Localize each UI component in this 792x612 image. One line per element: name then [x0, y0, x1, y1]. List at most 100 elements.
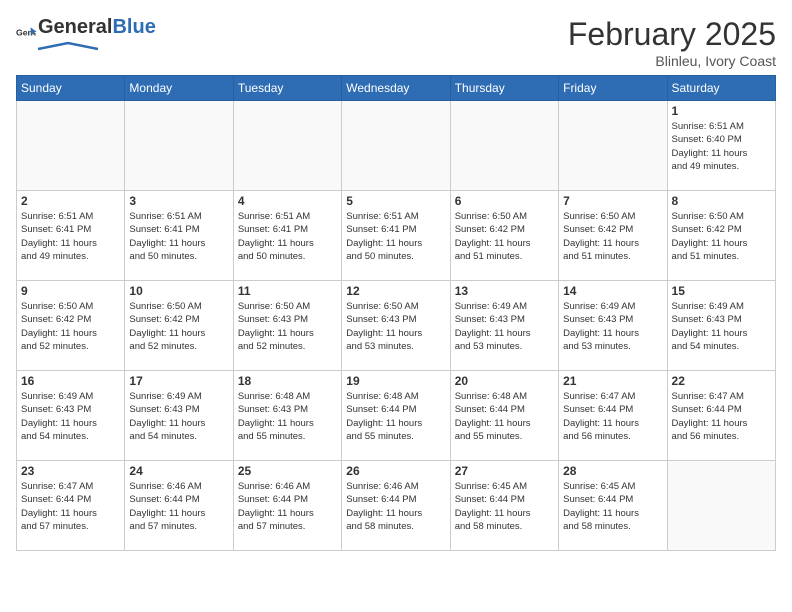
day-number: 14 — [563, 284, 662, 298]
day-info: Sunrise: 6:49 AM Sunset: 6:43 PM Dayligh… — [21, 390, 120, 443]
calendar-cell: 24 Sunrise: 6:46 AM Sunset: 6:44 PM Dayli… — [125, 461, 233, 551]
calendar-cell: 14 Sunrise: 6:49 AM Sunset: 6:43 PM Dayli… — [559, 281, 667, 371]
day-number: 2 — [21, 194, 120, 208]
calendar-day-header: Wednesday — [342, 76, 450, 101]
calendar-cell: 5 Sunrise: 6:51 AM Sunset: 6:41 PM Daylig… — [342, 191, 450, 281]
day-number: 1 — [672, 104, 771, 118]
day-number: 10 — [129, 284, 228, 298]
location-subtitle: Blinleu, Ivory Coast — [568, 53, 776, 69]
calendar-cell: 19 Sunrise: 6:48 AM Sunset: 6:44 PM Dayli… — [342, 371, 450, 461]
calendar-day-header: Friday — [559, 76, 667, 101]
day-info: Sunrise: 6:46 AM Sunset: 6:44 PM Dayligh… — [346, 480, 445, 533]
page-header: General GeneralBlue February 2025 Blinle… — [16, 16, 776, 69]
day-number: 18 — [238, 374, 337, 388]
calendar-cell: 4Sunrise: 6:51 AM Sunset: 6:41 PM Daylig… — [233, 191, 341, 281]
day-info: Sunrise: 6:48 AM Sunset: 6:43 PM Dayligh… — [238, 390, 337, 443]
day-info: Sunrise: 6:49 AM Sunset: 6:43 PM Dayligh… — [672, 300, 771, 353]
day-info: Sunrise: 6:50 AM Sunset: 6:42 PM Dayligh… — [563, 210, 662, 263]
calendar-cell: 26 Sunrise: 6:46 AM Sunset: 6:44 PM Dayli… — [342, 461, 450, 551]
day-number: 23 — [21, 464, 120, 478]
calendar-cell — [450, 101, 558, 191]
day-number: 28 — [563, 464, 662, 478]
day-info: Sunrise: 6:50 AM Sunset: 6:42 PM Dayligh… — [129, 300, 228, 353]
logo-general: General — [38, 16, 112, 38]
day-number: 12 — [346, 284, 445, 298]
day-info: Sunrise: 6:48 AM Sunset: 6:44 PM Dayligh… — [455, 390, 554, 443]
calendar-cell: 25 Sunrise: 6:46 AM Sunset: 6:44 PM Dayli… — [233, 461, 341, 551]
day-number: 9 — [21, 284, 120, 298]
day-number: 6 — [455, 194, 554, 208]
day-number: 5 — [346, 194, 445, 208]
day-info: Sunrise: 6:47 AM Sunset: 6:44 PM Dayligh… — [21, 480, 120, 533]
calendar-cell: 27 Sunrise: 6:45 AM Sunset: 6:44 PM Dayli… — [450, 461, 558, 551]
day-number: 25 — [238, 464, 337, 478]
calendar-week-row: 2 Sunrise: 6:51 AM Sunset: 6:41 PM Daylig… — [17, 191, 776, 281]
day-number: 7 — [563, 194, 662, 208]
calendar-cell: 15 Sunrise: 6:49 AM Sunset: 6:43 PM Dayli… — [667, 281, 775, 371]
calendar-day-header: Tuesday — [233, 76, 341, 101]
day-info: Sunrise: 6:45 AM Sunset: 6:44 PM Dayligh… — [563, 480, 662, 533]
day-info: Sunrise: 6:50 AM Sunset: 6:42 PM Dayligh… — [455, 210, 554, 263]
day-number: 22 — [672, 374, 771, 388]
day-info: Sunrise: 6:49 AM Sunset: 6:43 PM Dayligh… — [129, 390, 228, 443]
calendar-cell — [667, 461, 775, 551]
calendar-cell: 13Sunrise: 6:49 AM Sunset: 6:43 PM Dayli… — [450, 281, 558, 371]
day-info: Sunrise: 6:50 AM Sunset: 6:43 PM Dayligh… — [346, 300, 445, 353]
day-number: 3 — [129, 194, 228, 208]
calendar-cell: 6 Sunrise: 6:50 AM Sunset: 6:42 PM Daylig… — [450, 191, 558, 281]
logo-icon: General — [16, 26, 36, 46]
calendar-cell — [342, 101, 450, 191]
calendar-cell — [559, 101, 667, 191]
day-number: 19 — [346, 374, 445, 388]
calendar-cell: 17Sunrise: 6:49 AM Sunset: 6:43 PM Dayli… — [125, 371, 233, 461]
calendar-day-header: Sunday — [17, 76, 125, 101]
day-info: Sunrise: 6:50 AM Sunset: 6:43 PM Dayligh… — [238, 300, 337, 353]
calendar-cell: 11Sunrise: 6:50 AM Sunset: 6:43 PM Dayli… — [233, 281, 341, 371]
day-number: 27 — [455, 464, 554, 478]
day-info: Sunrise: 6:51 AM Sunset: 6:41 PM Dayligh… — [238, 210, 337, 263]
calendar-week-row: 23 Sunrise: 6:47 AM Sunset: 6:44 PM Dayli… — [17, 461, 776, 551]
calendar-cell: 28 Sunrise: 6:45 AM Sunset: 6:44 PM Dayli… — [559, 461, 667, 551]
day-number: 8 — [672, 194, 771, 208]
calendar-week-row: 1Sunrise: 6:51 AM Sunset: 6:40 PM Daylig… — [17, 101, 776, 191]
day-info: Sunrise: 6:48 AM Sunset: 6:44 PM Dayligh… — [346, 390, 445, 443]
day-info: Sunrise: 6:47 AM Sunset: 6:44 PM Dayligh… — [563, 390, 662, 443]
day-number: 21 — [563, 374, 662, 388]
day-info: Sunrise: 6:51 AM Sunset: 6:41 PM Dayligh… — [21, 210, 120, 263]
title-block: February 2025 Blinleu, Ivory Coast — [568, 16, 776, 69]
day-info: Sunrise: 6:49 AM Sunset: 6:43 PM Dayligh… — [455, 300, 554, 353]
calendar-cell: 10 Sunrise: 6:50 AM Sunset: 6:42 PM Dayli… — [125, 281, 233, 371]
logo: General GeneralBlue — [16, 16, 156, 56]
calendar-cell — [233, 101, 341, 191]
day-number: 16 — [21, 374, 120, 388]
day-number: 26 — [346, 464, 445, 478]
calendar-week-row: 16 Sunrise: 6:49 AM Sunset: 6:43 PM Dayli… — [17, 371, 776, 461]
day-number: 15 — [672, 284, 771, 298]
calendar-day-header: Thursday — [450, 76, 558, 101]
calendar-cell: 8Sunrise: 6:50 AM Sunset: 6:42 PM Daylig… — [667, 191, 775, 281]
calendar-cell: 21 Sunrise: 6:47 AM Sunset: 6:44 PM Dayli… — [559, 371, 667, 461]
day-info: Sunrise: 6:46 AM Sunset: 6:44 PM Dayligh… — [238, 480, 337, 533]
calendar-header-row: SundayMondayTuesdayWednesdayThursdayFrid… — [17, 76, 776, 101]
day-number: 24 — [129, 464, 228, 478]
day-number: 20 — [455, 374, 554, 388]
calendar-cell: 1Sunrise: 6:51 AM Sunset: 6:40 PM Daylig… — [667, 101, 775, 191]
logo-chevron-icon — [38, 41, 98, 51]
day-info: Sunrise: 6:49 AM Sunset: 6:43 PM Dayligh… — [563, 300, 662, 353]
month-year-title: February 2025 — [568, 16, 776, 53]
day-info: Sunrise: 6:50 AM Sunset: 6:42 PM Dayligh… — [21, 300, 120, 353]
calendar-cell: 18 Sunrise: 6:48 AM Sunset: 6:43 PM Dayli… — [233, 371, 341, 461]
day-info: Sunrise: 6:47 AM Sunset: 6:44 PM Dayligh… — [672, 390, 771, 443]
calendar-day-header: Monday — [125, 76, 233, 101]
calendar-cell: 2 Sunrise: 6:51 AM Sunset: 6:41 PM Daylig… — [17, 191, 125, 281]
day-info: Sunrise: 6:51 AM Sunset: 6:41 PM Dayligh… — [346, 210, 445, 263]
logo-blue: Blue — [112, 16, 155, 38]
calendar-cell: 23 Sunrise: 6:47 AM Sunset: 6:44 PM Dayli… — [17, 461, 125, 551]
day-info: Sunrise: 6:51 AM Sunset: 6:41 PM Dayligh… — [129, 210, 228, 263]
calendar-cell: 16 Sunrise: 6:49 AM Sunset: 6:43 PM Dayli… — [17, 371, 125, 461]
calendar-cell — [125, 101, 233, 191]
calendar-cell: 3 Sunrise: 6:51 AM Sunset: 6:41 PM Daylig… — [125, 191, 233, 281]
calendar-cell: 22 Sunrise: 6:47 AM Sunset: 6:44 PM Dayli… — [667, 371, 775, 461]
day-info: Sunrise: 6:46 AM Sunset: 6:44 PM Dayligh… — [129, 480, 228, 533]
day-info: Sunrise: 6:45 AM Sunset: 6:44 PM Dayligh… — [455, 480, 554, 533]
